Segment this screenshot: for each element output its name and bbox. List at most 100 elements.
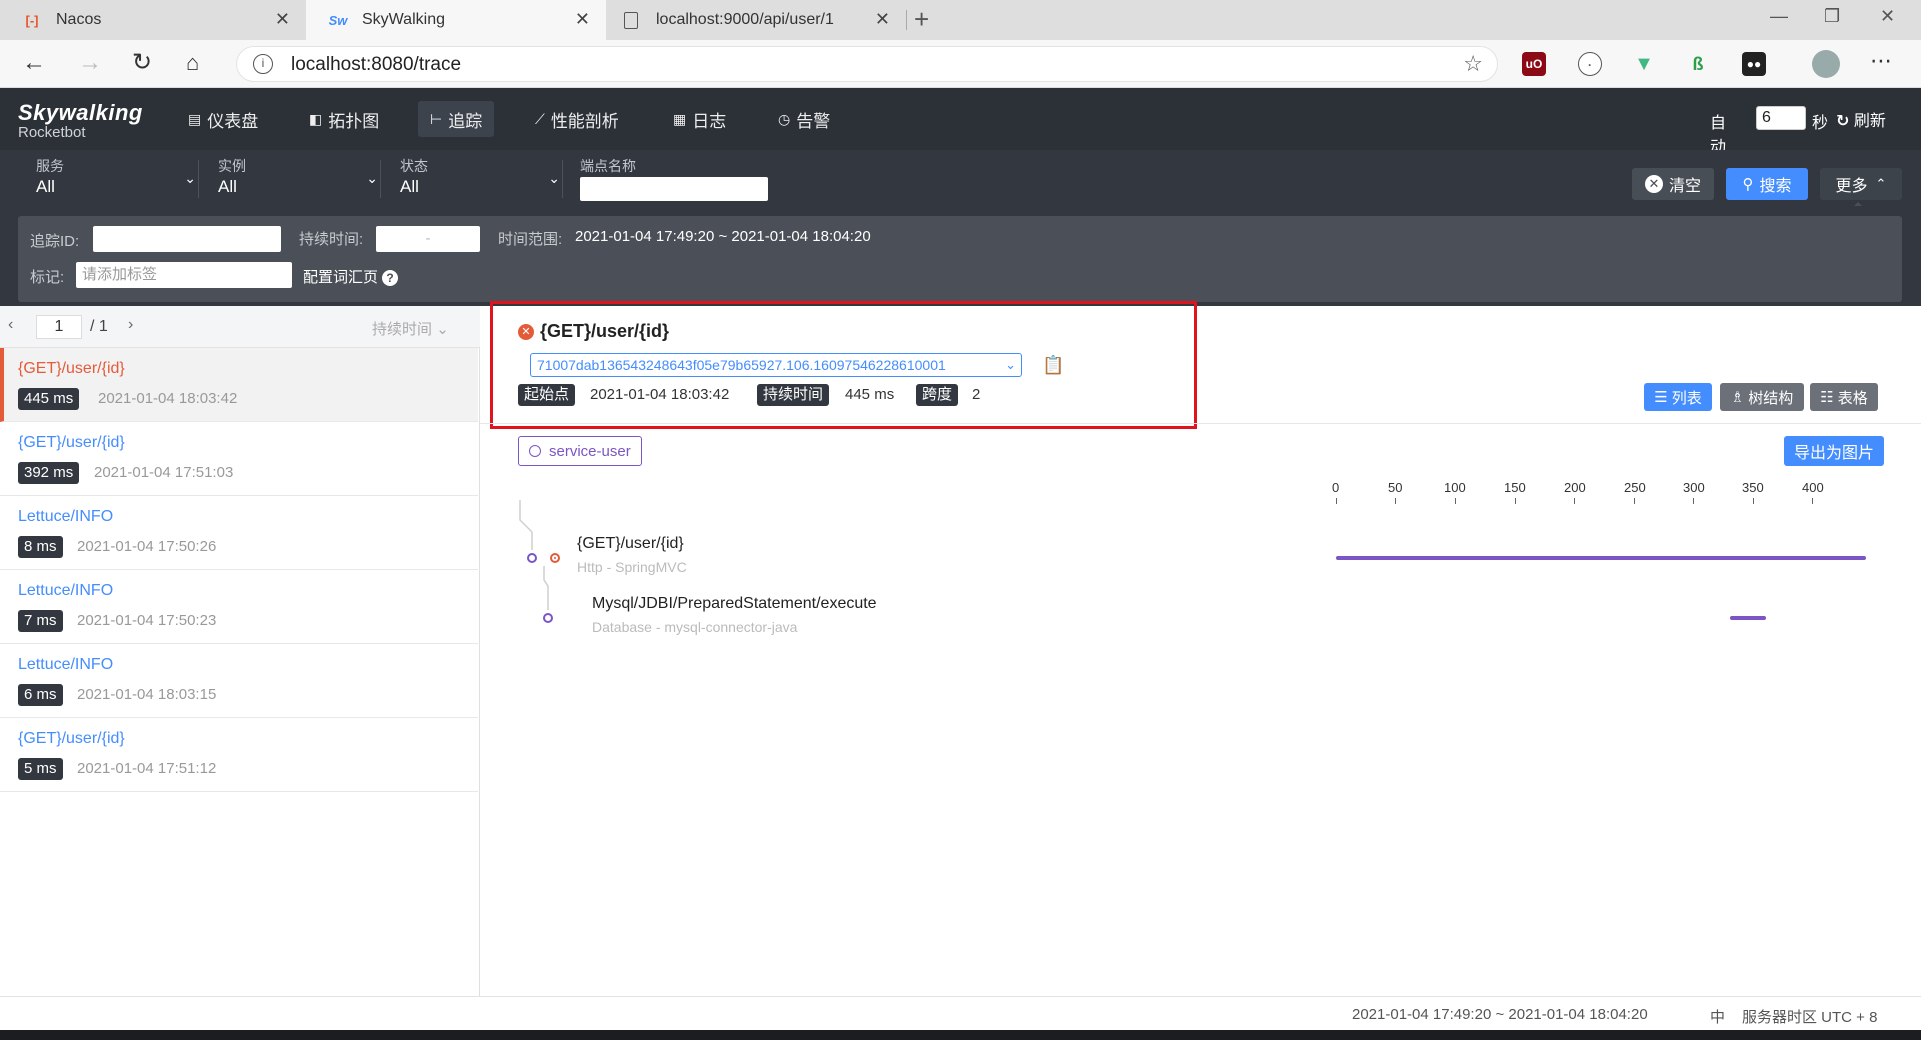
span-bar[interactable]: [1336, 556, 1866, 560]
view-tree-label: 树结构: [1748, 389, 1794, 407]
tab-nacos[interactable]: [-] Nacos ✕: [0, 0, 306, 40]
nav-label: 拓扑图: [328, 111, 380, 131]
window-close-icon[interactable]: ✕: [1880, 6, 1895, 27]
advanced-filter-box: 追踪ID: 持续时间: - 时间范围: 2021-01-04 17:49:20 …: [18, 216, 1902, 302]
nav-dashboard[interactable]: ▤ 仪表盘: [176, 101, 270, 137]
new-tab-icon[interactable]: +: [914, 4, 929, 35]
chevron-right-icon[interactable]: ›: [128, 316, 133, 334]
trace-id-select[interactable]: 71007dab136543248643f05e79b65927.106.160…: [530, 353, 1022, 377]
pagination: ‹ 1 / 1 › 持续时间 ⌄: [0, 306, 480, 348]
close-icon[interactable]: ✕: [575, 9, 590, 30]
chevron-left-icon[interactable]: ‹: [8, 316, 13, 334]
chevron-down-icon: ⌄: [548, 170, 560, 186]
trace-list-item[interactable]: {GET}/user/{id} 5 ms 2021-01-04 17:51:12: [0, 718, 478, 792]
trace-list-item[interactable]: {GET}/user/{id} 445 ms 2021-01-04 18:03:…: [0, 348, 478, 422]
page-icon: [624, 11, 638, 29]
trace-list-item[interactable]: Lettuce/INFO 8 ms 2021-01-04 17:50:26: [0, 496, 478, 570]
tag-input[interactable]: 请添加标签: [76, 262, 292, 288]
nav-topology[interactable]: ◧ 拓扑图: [297, 101, 391, 137]
ublock-extension-icon[interactable]: uO: [1522, 52, 1546, 76]
maximize-icon[interactable]: ❐: [1824, 6, 1840, 27]
help-icon[interactable]: ?: [382, 270, 399, 286]
search-button[interactable]: ⚲ 搜索: [1726, 168, 1808, 200]
close-icon[interactable]: ✕: [875, 9, 890, 30]
clear-label: 清空: [1668, 178, 1701, 195]
scale-label: 200: [1564, 480, 1586, 495]
reload-icon[interactable]: ↻: [132, 50, 152, 76]
time-range-label: 时间范围:: [498, 231, 563, 248]
tab-skywalking[interactable]: Sw SkyWalking ✕: [306, 0, 606, 40]
scale-label: 300: [1683, 480, 1705, 495]
sort-select[interactable]: 持续时间 ⌄: [372, 318, 449, 339]
view-table-button[interactable]: ☷ 表格: [1810, 383, 1878, 411]
url-field[interactable]: i localhost:8080/trace ☆: [236, 46, 1498, 82]
clear-icon: ✕: [1644, 175, 1663, 193]
server-timezone: 服务器时区 UTC + 8: [1742, 1009, 1878, 1026]
scale-tick: [1634, 498, 1635, 504]
minimize-icon[interactable]: —: [1770, 6, 1788, 27]
home-icon[interactable]: ⌂: [186, 50, 199, 76]
export-image-button[interactable]: 导出为图片: [1784, 436, 1884, 466]
trace-time: 2021-01-04 18:03:42: [98, 390, 238, 407]
extension-dark-icon[interactable]: ●●: [1742, 52, 1766, 76]
browser-menu-icon[interactable]: ⋯: [1870, 48, 1892, 74]
view-tree-button[interactable]: ♗ 树结构: [1720, 383, 1804, 411]
trace-list-item[interactable]: Lettuce/INFO 7 ms 2021-01-04 17:50:23: [0, 570, 478, 644]
nav-trace[interactable]: ⊢ 追踪: [418, 101, 495, 137]
span-component: Database - mysql-connector-java: [592, 619, 798, 635]
status-select[interactable]: 状态 All ⌄: [400, 158, 560, 200]
clear-button[interactable]: ✕ 清空: [1632, 168, 1714, 200]
span-name[interactable]: {GET}/user/{id}: [577, 535, 684, 553]
trace-time: 2021-01-04 17:51:12: [77, 760, 217, 777]
extension-green-icon[interactable]: ß: [1686, 52, 1710, 76]
refresh-button[interactable]: ↻ 刷新: [1836, 107, 1886, 131]
scale-label: 0: [1332, 480, 1340, 495]
trace-id-value: 71007dab136543248643f05e79b65927.106.160…: [537, 357, 946, 373]
refresh-interval-input[interactable]: 6: [1756, 106, 1806, 130]
service-select[interactable]: 服务 All ⌄: [36, 158, 196, 200]
info-icon[interactable]: i: [253, 54, 273, 74]
back-icon[interactable]: ←: [22, 50, 46, 76]
endpoint-input[interactable]: [580, 177, 768, 201]
favorite-star-icon[interactable]: ☆: [1463, 51, 1483, 77]
more-button[interactable]: 更多 ⌃: [1820, 168, 1902, 200]
instance-select[interactable]: 实例 All ⌄: [218, 158, 378, 200]
service-label: 服务: [36, 158, 64, 174]
config-link[interactable]: 配置词汇页?: [303, 266, 399, 287]
forward-icon[interactable]: →: [78, 50, 102, 76]
tab-api-user[interactable]: localhost:9000/api/user/1 ✕: [606, 0, 906, 40]
trace-name: {GET}/user/{id}: [18, 730, 125, 747]
language-toggle[interactable]: 中: [1710, 1006, 1725, 1027]
page-input[interactable]: 1: [36, 315, 82, 339]
span-bar[interactable]: [1730, 616, 1766, 620]
trace-time: 2021-01-04 17:50:23: [77, 612, 217, 629]
view-list-button[interactable]: ☰ 列表: [1644, 383, 1712, 411]
filter-bar: 服务 All ⌄ 实例 All ⌄ 状态 All ⌄ 端点名称 ✕ 清空 ⚲ 搜…: [0, 150, 1921, 206]
trace-list-item[interactable]: {GET}/user/{id} 392 ms 2021-01-04 17:51:…: [0, 422, 478, 496]
span-component: Http - SpringMVC: [577, 559, 687, 575]
trace-name: {GET}/user/{id}: [18, 434, 125, 451]
vue-devtools-icon[interactable]: ▼: [1632, 52, 1656, 76]
app-header: Skywalking Rocketbot ▤ 仪表盘 ◧ 拓扑图 ⊢ 追踪 ⟋ …: [0, 88, 1921, 156]
span-name[interactable]: Mysql/JDBI/PreparedStatement/execute: [592, 595, 877, 613]
duration-input[interactable]: -: [376, 226, 480, 252]
span-count: 2: [972, 386, 981, 403]
separator: [380, 160, 381, 198]
extension-icon[interactable]: ·: [1578, 52, 1602, 76]
profile-avatar[interactable]: [1812, 50, 1840, 78]
skywalking-logo[interactable]: Skywalking Rocketbot: [18, 102, 143, 142]
scale-label: 400: [1802, 480, 1824, 495]
scale-tick: [1574, 498, 1575, 504]
list-icon: ☰: [1654, 389, 1668, 406]
nav-alarm[interactable]: ◷ 告警: [766, 101, 842, 137]
service-tag[interactable]: service-user: [518, 436, 642, 466]
close-icon[interactable]: ✕: [275, 9, 290, 30]
trace-list-item[interactable]: Lettuce/INFO 6 ms 2021-01-04 18:03:15: [0, 644, 478, 718]
dashboard-icon: ▤: [188, 110, 202, 127]
nav-log[interactable]: ▦ 日志: [661, 101, 738, 137]
nav-profile[interactable]: ⟋ 性能剖析: [523, 101, 631, 137]
clipboard-icon[interactable]: 📋: [1042, 355, 1064, 376]
trace-id-input[interactable]: [93, 226, 281, 252]
duration-label: 持续时间:: [299, 231, 364, 248]
time-range-value[interactable]: 2021-01-04 17:49:20 ~ 2021-01-04 18:04:2…: [575, 228, 871, 245]
